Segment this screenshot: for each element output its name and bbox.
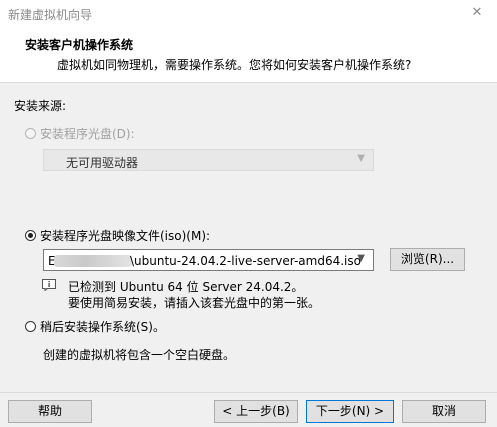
iso-path-combobox[interactable]: E \ubuntu-24.04.2-live-server-amd64.iso … bbox=[43, 249, 374, 271]
disc-option-label: 安装程序光盘(D): bbox=[40, 127, 135, 141]
browse-button[interactable]: 浏览(R)... bbox=[390, 248, 465, 271]
back-button[interactable]: < 上一步(B) bbox=[214, 400, 298, 423]
chevron-down-icon[interactable]: ▼ bbox=[357, 253, 365, 264]
disc-option: 安装程序光盘(D): bbox=[25, 125, 135, 142]
detection-message: 已检测到 Ubuntu 64 位 Server 24.04.2。 bbox=[68, 280, 304, 294]
cancel-button[interactable]: 取消 bbox=[402, 400, 486, 423]
install-later-description: 创建的虚拟机将包含一个空白硬盘。 bbox=[43, 348, 236, 362]
title-bar: 新建虚拟机向导 ✕ bbox=[0, 0, 497, 26]
disc-radio bbox=[25, 128, 36, 139]
help-button[interactable]: 帮助 bbox=[8, 400, 92, 423]
easy-install-hint: 要使用简易安装，请插入该套光盘中的第一张。 bbox=[68, 296, 321, 310]
disc-drive-select: 无可用驱动器 ▼ bbox=[43, 149, 374, 171]
info-icon bbox=[42, 279, 56, 291]
install-later-option[interactable]: 稍后安装操作系统(S)。 bbox=[25, 318, 165, 335]
window-title: 新建虚拟机向导 bbox=[8, 8, 93, 22]
install-source-label: 安装来源: bbox=[14, 99, 67, 113]
next-button[interactable]: 下一步(N) > bbox=[306, 400, 394, 423]
page-title: 安装客户机操作系统 bbox=[25, 38, 134, 52]
iso-path-value[interactable]: \ubuntu-24.04.2-live-server-amd64.iso bbox=[130, 254, 361, 268]
iso-option[interactable]: 安装程序光盘映像文件(iso)(M): bbox=[25, 227, 210, 244]
footer-divider bbox=[0, 392, 497, 393]
close-icon[interactable]: ✕ bbox=[457, 0, 497, 26]
iso-option-label[interactable]: 安装程序光盘映像文件(iso)(M): bbox=[40, 227, 210, 244]
chevron-down-icon: ▼ bbox=[357, 153, 365, 164]
disc-drive-value: 无可用驱动器 bbox=[66, 156, 139, 170]
redacted-path-segment bbox=[54, 255, 132, 267]
iso-radio[interactable] bbox=[25, 230, 36, 241]
wizard-header: 安装客户机操作系统 虚拟机如同物理机，需要操作系统。您将如何安装客户机操作系统? bbox=[0, 26, 497, 83]
install-later-label[interactable]: 稍后安装操作系统(S)。 bbox=[40, 318, 165, 335]
install-later-radio[interactable] bbox=[25, 321, 36, 332]
page-subtitle: 虚拟机如同物理机，需要操作系统。您将如何安装客户机操作系统? bbox=[57, 58, 412, 72]
